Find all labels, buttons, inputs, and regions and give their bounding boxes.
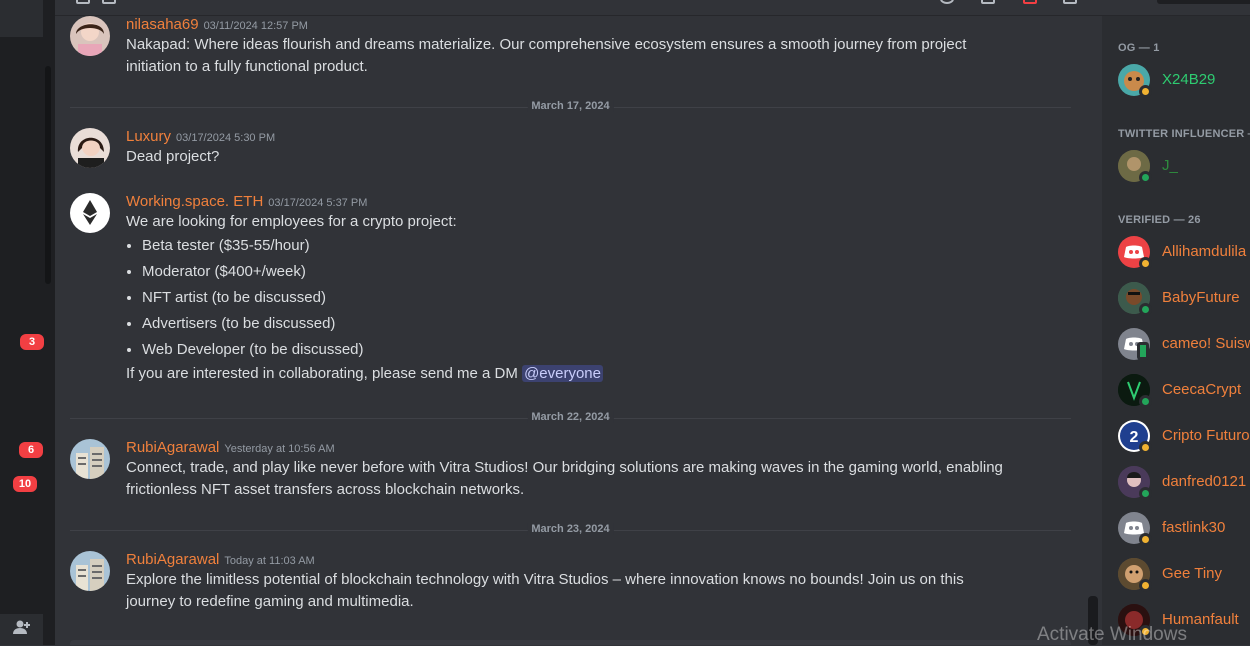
member-name: BabyFuture [1162,289,1240,306]
message-text: frictionless NFT asset transfers across … [126,481,525,498]
message-text: Dead project? [126,148,220,165]
member-item[interactable]: Allihamdulila [1118,236,1250,272]
everyone-mention[interactable]: @everyone [522,365,603,382]
member-item[interactable]: fastlink30 [1118,512,1250,548]
message-author[interactable]: Working.space. ETH [126,193,263,210]
message-timestamp: Today at 11:03 AM [224,555,315,567]
add-user-icon [12,619,31,640]
rail-scrollbar[interactable] [45,66,51,284]
search-input[interactable] [1157,0,1250,4]
status-indicator [1139,487,1152,500]
member-name: Cripto Futuro [1162,427,1250,444]
avatar[interactable] [70,439,110,479]
list-item: Beta tester ($35-55/hour) [142,233,1066,259]
avatar[interactable] [70,193,110,233]
list-item: NFT artist (to be discussed) [142,285,1066,311]
message-text: Nakapad: Where ideas flourish and dreams… [126,36,967,53]
date-divider-label: March 23, 2024 [527,523,614,535]
message-input-bar[interactable] [70,640,1071,645]
ethereum-icon [83,200,97,225]
list-item: Advertisers (to be discussed) [142,311,1066,337]
message-text: Connect, trade, and play like never befo… [126,459,1003,476]
message-text: We are looking for employees for a crypt… [126,213,457,230]
inbox-icon[interactable] [1023,0,1037,4]
mobile-status-icon [1137,342,1149,360]
member-list-icon[interactable] [1063,0,1077,4]
message-text: initiation to a fully functional product… [126,58,368,75]
activate-windows-watermark: Activate Windows [1037,624,1187,645]
member-item[interactable]: danfred0121 [1118,466,1250,502]
member-item[interactable]: 2 Cripto Futuro [1118,420,1250,456]
message-timestamp: Yesterday at 10:56 AM [224,443,335,455]
chat-scrollbar-track[interactable] [1086,16,1100,645]
message-timestamp: 03/17/2024 5:30 PM [176,132,276,144]
member-group-header: TWITTER INFLUENCER — [1118,128,1250,140]
channel-header [55,0,1250,16]
message-text: journey to redefine gaming and multimedi… [126,593,414,610]
member-name: CeecaCrypt [1162,381,1242,398]
message-text: Explore the limitless potential of block… [126,571,964,588]
member-item[interactable]: BabyFuture [1118,282,1250,318]
member-group-header: VERIFIED — 26 [1118,214,1201,226]
notification-icon[interactable] [940,0,954,4]
date-divider: March 22, 2024 [70,411,1071,423]
status-indicator [1139,395,1152,408]
date-divider-label: March 17, 2024 [527,100,614,112]
mention-badge: 3 [18,332,46,352]
mention-badge: 6 [17,440,45,460]
status-indicator [1139,257,1152,270]
member-name: X24B29 [1162,71,1216,88]
bullet-list: Beta tester ($35-55/hour) Moderator ($40… [142,233,1066,363]
message-author[interactable]: RubiAgarawal [126,551,219,568]
message-author[interactable]: Luxury [126,128,171,145]
status-indicator [1139,579,1152,592]
status-indicator [1139,303,1152,316]
list-item: Web Developer (to be discussed) [142,337,1066,363]
date-divider: March 17, 2024 [70,100,1071,112]
avatar[interactable] [70,128,110,168]
message-timestamp: 03/17/2024 5:37 PM [268,197,368,209]
member-name: Gee Tiny [1162,565,1223,582]
member-item[interactable]: Gee Tiny [1118,558,1250,594]
message-text: If you are interested in collaborating, … [126,365,523,382]
hashtag-icon[interactable] [102,0,116,4]
mention-badge: 10 [11,474,39,494]
date-divider-label: March 22, 2024 [527,411,614,423]
member-name: J_ [1162,157,1178,174]
avatar[interactable] [70,16,110,56]
pin-icon[interactable] [981,0,995,4]
member-item[interactable]: J_ [1118,150,1250,186]
member-name: Allihamdulila [1162,243,1247,260]
member-name: danfred0121 [1162,473,1247,490]
message-author[interactable]: RubiAgarawal [126,439,219,456]
message-list: nilasaha69 03/11/2024 12:57 PM Nakapad: W… [55,16,1086,645]
threads-icon[interactable] [76,0,90,4]
server-rail: 3 6 10 [0,0,55,645]
member-group-header: OG — 1 [1118,42,1160,54]
date-divider: March 23, 2024 [70,523,1071,535]
status-indicator [1139,171,1152,184]
list-item: Moderator ($400+/week) [142,259,1066,285]
rail-top-item[interactable] [0,0,43,37]
status-indicator [1139,533,1152,546]
status-indicator [1139,441,1152,454]
message-timestamp: 03/11/2024 12:57 PM [203,20,308,32]
member-list: OG — 1 X24B29 TWITTER INFLUENCER — J_ VE… [1102,16,1250,645]
member-item[interactable]: X24B29 [1118,64,1250,100]
avatar[interactable] [70,551,110,591]
member-name: fastlink30 [1162,519,1226,536]
message-author[interactable]: nilasaha69 [126,16,199,33]
member-item[interactable]: cameo! Suisw [1118,328,1250,364]
status-indicator [1139,85,1152,98]
svg-text:2: 2 [1130,429,1139,446]
member-name: cameo! Suisw [1162,335,1250,352]
member-item[interactable]: CeecaCrypt [1118,374,1250,410]
add-friend-button[interactable] [0,614,43,645]
